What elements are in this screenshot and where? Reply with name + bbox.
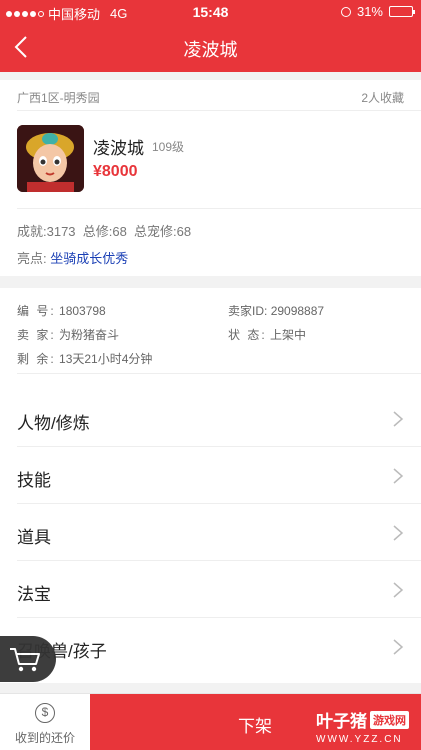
- divider: [17, 503, 421, 504]
- seller-row: 卖 家: 为粉猪奋斗: [17, 326, 119, 343]
- menu-item-pets[interactable]: 召唤兽/孩子: [0, 619, 421, 675]
- received-offers-label: 收到的还价: [14, 731, 75, 745]
- watermark-main: 叶子猪: [316, 712, 367, 731]
- chevron-right-icon: [393, 468, 404, 484]
- top-bar: 中国移动 4G 15:48 31% 凌波城: [0, 0, 421, 72]
- state-row: 状 态: 上架中: [228, 326, 306, 343]
- chevron-right-icon: [393, 411, 404, 427]
- battery-icon: [389, 6, 415, 17]
- chevron-right-icon: [393, 582, 404, 598]
- delist-button[interactable]: 下架 叶子猪 游戏网 WWW.YZZ.CN: [90, 694, 421, 750]
- watermark-logo: 叶子猪 游戏网 WWW.YZZ.CN: [316, 707, 409, 745]
- character-level: 109级: [152, 140, 185, 154]
- menu-item-treasures[interactable]: 法宝: [0, 562, 421, 618]
- delist-label: 下架: [238, 717, 272, 736]
- listing-details: 编 号: 1803798 卖家ID: 29098887 卖 家: 为粉猪奋斗 状…: [0, 288, 421, 683]
- watermark-url: WWW.YZZ.CN: [316, 734, 403, 745]
- id-value: 1803798: [59, 304, 106, 318]
- seller-value: 为粉猪奋斗: [59, 328, 120, 342]
- orientation-lock-icon: [340, 6, 351, 17]
- character-avatar: [17, 125, 84, 192]
- character-name: 凌波城: [93, 139, 144, 158]
- state-value: 上架中: [270, 328, 307, 342]
- bottom-bar: $ 收到的还价 下架 叶子猪 游戏网 WWW.YZZ.CN: [0, 693, 421, 750]
- divider: [17, 208, 421, 209]
- menu-item-label: 法宝: [17, 585, 51, 604]
- menu-item-label: 人物/修炼: [17, 414, 90, 433]
- chevron-right-icon: [393, 525, 404, 541]
- received-offers-button[interactable]: $ 收到的还价: [0, 694, 90, 750]
- menu-item-label: 道具: [17, 528, 51, 547]
- watermark-tag: 游戏网: [370, 710, 409, 729]
- status-bar: 中国移动 4G 15:48 31%: [0, 0, 421, 22]
- highlight-label: 亮点:: [17, 251, 47, 266]
- remaining-value: 13天21小时4分钟: [59, 352, 153, 366]
- seller-id-value: 29098887: [270, 304, 325, 318]
- seller-label: 卖 家:: [17, 328, 56, 342]
- cart-icon: [10, 648, 40, 672]
- menu-item-skills[interactable]: 技能: [0, 448, 421, 504]
- character-stats: 成就:3173 总修:68 总宠修:68: [17, 224, 192, 239]
- seller-id-label: 卖家ID:: [228, 304, 268, 318]
- divider: [17, 373, 421, 374]
- menu-item-items[interactable]: 道具: [0, 505, 421, 561]
- divider: [17, 110, 421, 111]
- menu-item-label: 技能: [17, 471, 51, 490]
- divider: [17, 560, 421, 561]
- state-label: 状 态:: [228, 328, 267, 342]
- id-row: 编 号: 1803798: [17, 302, 106, 319]
- battery-percent: 31%: [356, 4, 383, 19]
- cart-button[interactable]: [0, 636, 56, 682]
- price: ¥8000: [93, 163, 138, 180]
- seller-id-row: 卖家ID: 29098887: [228, 302, 324, 319]
- id-label: 编 号:: [17, 304, 56, 318]
- menu-item-character[interactable]: 人物/修炼: [0, 391, 421, 447]
- remaining-label: 剩 余:: [17, 352, 56, 366]
- coin-icon: $: [35, 703, 55, 723]
- chevron-right-icon: [393, 639, 404, 655]
- remaining-row: 剩 余: 13天21小时4分钟: [17, 350, 152, 367]
- listing-summary: 广西1区-明秀园 2人收藏 凌波城 109级 ¥8000 成就:3173 总修:…: [0, 80, 421, 276]
- divider: [17, 617, 421, 618]
- status-right: 31%: [340, 4, 415, 19]
- nav-bar: 凌波城: [0, 22, 421, 72]
- page-title: 凌波城: [183, 40, 238, 60]
- highlight-row: 亮点: 坐骑成长优秀: [17, 248, 128, 267]
- favorites-count: 2人收藏: [361, 91, 404, 105]
- server-label: 广西1区-明秀园: [17, 91, 100, 105]
- divider: [17, 446, 421, 447]
- highlight-value[interactable]: 坐骑成长优秀: [50, 251, 128, 266]
